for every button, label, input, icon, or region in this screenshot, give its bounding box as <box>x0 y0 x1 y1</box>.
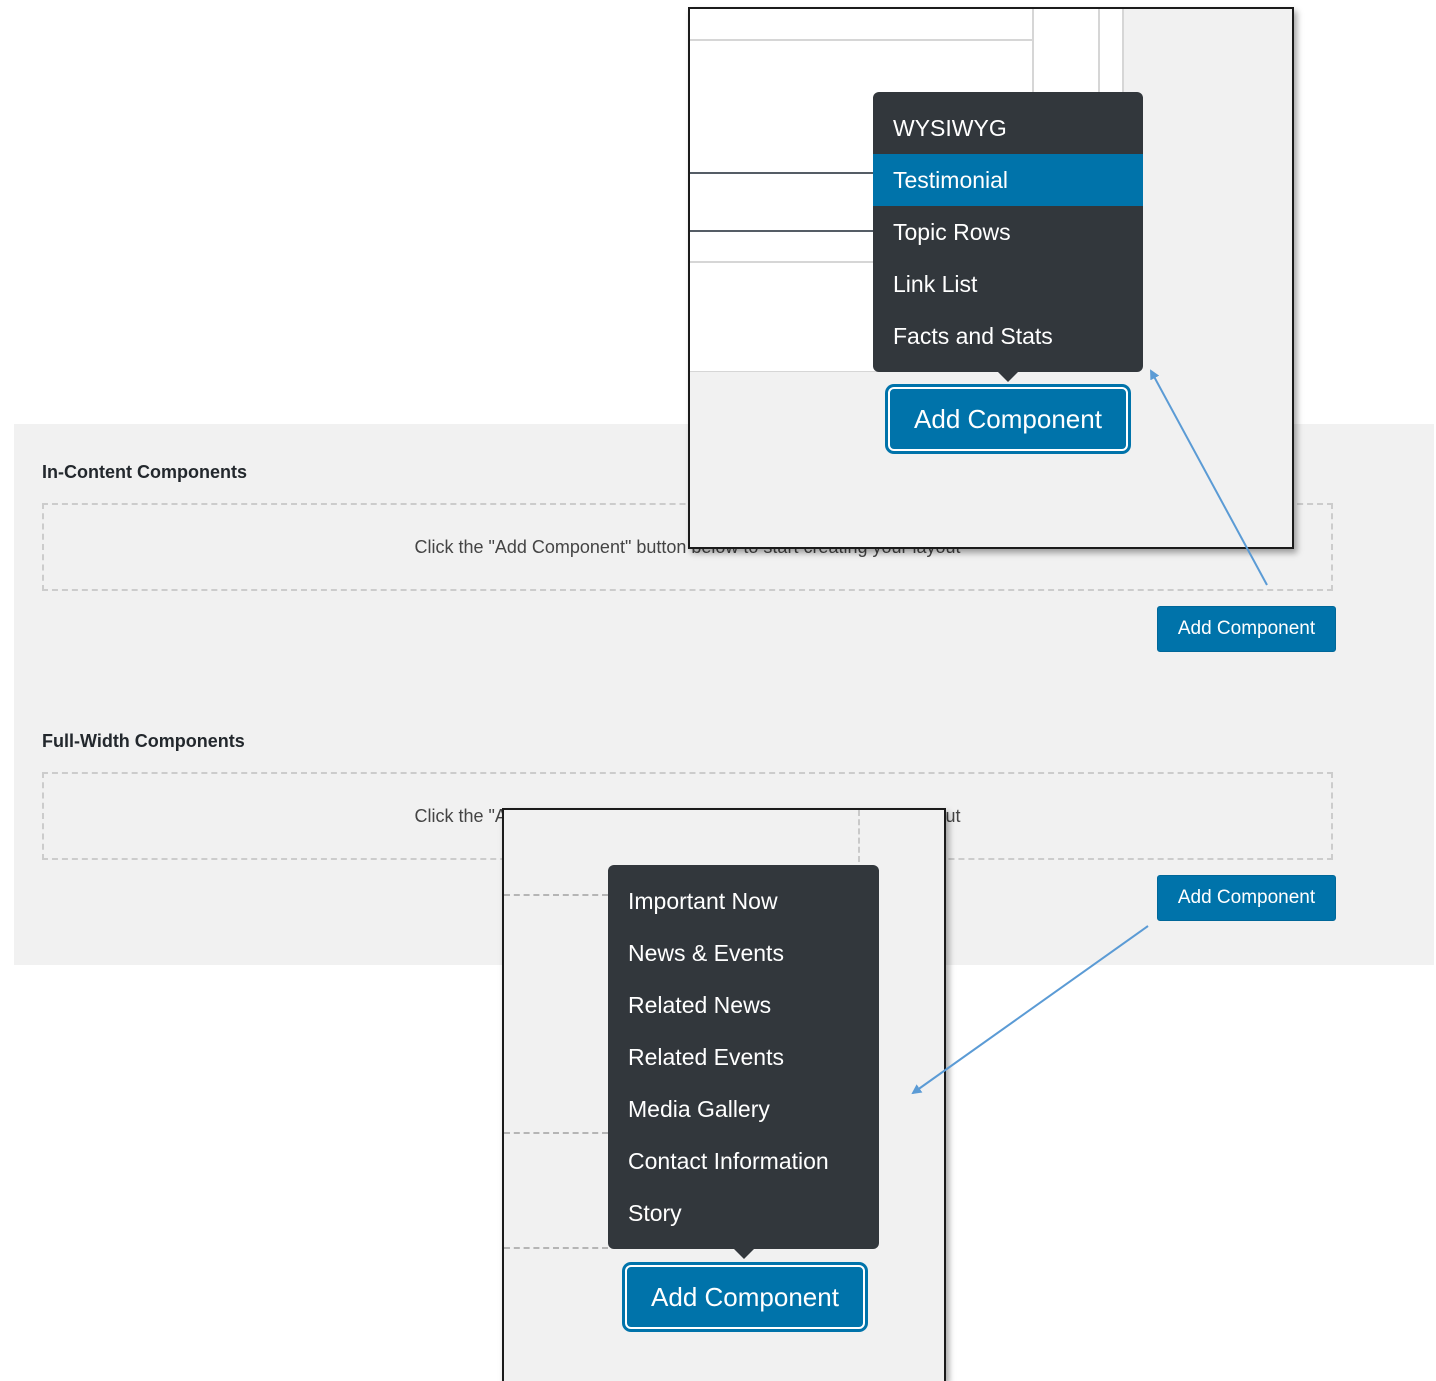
zoom-callout-in-content: WYSIWYG Testimonial Topic Rows Link List… <box>688 7 1294 549</box>
dashed-border <box>504 894 608 896</box>
menu-pointer <box>997 371 1019 382</box>
menu-item-topic-rows[interactable]: Topic Rows <box>873 206 1143 258</box>
component-dropdown-menu: WYSIWYG Testimonial Topic Rows Link List… <box>873 92 1143 372</box>
dashed-border <box>504 1247 608 1249</box>
callout-sidebar-area <box>1122 9 1292 371</box>
zoomed-add-component-button[interactable]: Add Component <box>888 387 1128 451</box>
divider <box>690 230 880 232</box>
zoom-callout-full-width: Important Now News & Events Related News… <box>502 808 946 1381</box>
divider <box>690 172 880 174</box>
full-width-add-component-button[interactable]: Add Component <box>1157 875 1336 921</box>
menu-item-facts-and-stats[interactable]: Facts and Stats <box>873 310 1143 362</box>
menu-item-important-now[interactable]: Important Now <box>608 875 879 927</box>
menu-item-story[interactable]: Story <box>608 1187 879 1239</box>
menu-item-related-events[interactable]: Related Events <box>608 1031 879 1083</box>
dashed-border <box>504 1132 608 1134</box>
menu-item-wysiwyg[interactable]: WYSIWYG <box>873 102 1143 154</box>
menu-item-news-events[interactable]: News & Events <box>608 927 879 979</box>
in-content-add-component-button[interactable]: Add Component <box>1157 606 1336 652</box>
menu-item-contact-information[interactable]: Contact Information <box>608 1135 879 1187</box>
zoomed-add-component-button[interactable]: Add Component <box>625 1265 865 1329</box>
menu-pointer <box>733 1248 755 1259</box>
component-dropdown-menu: Important Now News & Events Related News… <box>608 865 879 1249</box>
menu-item-link-list[interactable]: Link List <box>873 258 1143 310</box>
menu-item-testimonial[interactable]: Testimonial <box>873 154 1143 206</box>
in-content-title: In-Content Components <box>42 462 247 482</box>
menu-item-media-gallery[interactable]: Media Gallery <box>608 1083 879 1135</box>
dashed-border <box>858 810 860 862</box>
full-width-title: Full-Width Components <box>42 731 245 751</box>
divider <box>690 39 1032 41</box>
menu-item-related-news[interactable]: Related News <box>608 979 879 1031</box>
